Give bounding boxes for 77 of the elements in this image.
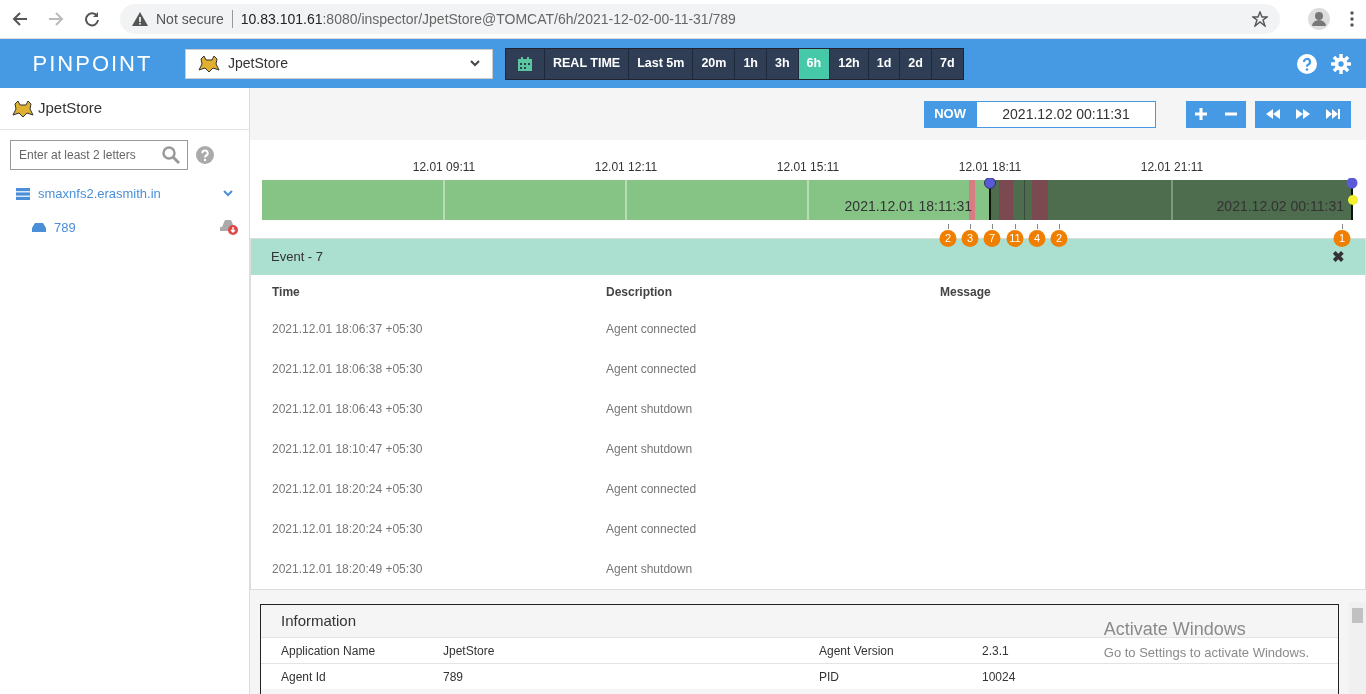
info-cell-text: 789 (443, 668, 464, 686)
cat-icon (12, 99, 34, 118)
time-field[interactable]: 2021.12.02 00:11:31 (976, 100, 1156, 128)
range-tab[interactable]: 1d (867, 48, 900, 79)
table-cell-text: Agent connected (606, 521, 698, 538)
reload-icon[interactable] (84, 11, 100, 27)
table-cell-text: Agent connected (606, 481, 698, 498)
server-icon (16, 187, 30, 200)
range-tab[interactable]: Last 5m (628, 48, 693, 79)
plus-icon (1195, 108, 1207, 120)
info-cell-text: Agent Version (819, 642, 894, 660)
table-cell-text: 2021.12.01 18:06:43 +05:30 (272, 401, 424, 418)
table-cell-text: Agent shutdown (606, 441, 694, 458)
range-end-label: 2021.12.02 00:11:31 (1216, 197, 1344, 216)
range-tab[interactable]: 20m (692, 48, 735, 79)
menu-icon[interactable] (1350, 11, 1354, 27)
range-tab[interactable]: 7d (930, 48, 963, 79)
warning-icon (132, 12, 148, 26)
range-tab[interactable]: 3h (766, 48, 798, 79)
info-cell-text: 2.3.1 (982, 642, 1009, 660)
range-tab[interactable]: 2d (899, 48, 931, 79)
table-cell-text: 2021.12.01 18:20:24 +05:30 (272, 521, 424, 538)
help-icon[interactable] (196, 146, 214, 164)
table-cell-text: Agent shutdown (606, 401, 694, 418)
info-cell-text: 10024 (982, 668, 1016, 686)
info-cell-text: PID (819, 668, 839, 686)
settings-icon[interactable] (1331, 53, 1351, 74)
column-header: Time (272, 284, 301, 301)
tick-label: 12.01 09:11 (412, 159, 476, 176)
close-button[interactable]: ✖ (1332, 245, 1345, 269)
star-icon[interactable] (1252, 11, 1268, 27)
tick-label: 12.01 12:11 (594, 159, 658, 176)
table-cell-text: 2021.12.01 18:06:37 +05:30 (272, 321, 424, 338)
event-title: Event - 7 (271, 248, 325, 267)
table-cell-text: Agent connected (606, 361, 698, 378)
calendar-icon (517, 55, 533, 72)
search-field[interactable]: Enter at least 2 letters (10, 140, 188, 170)
table-cell-text: 2021.12.01 18:06:38 +05:30 (272, 361, 424, 378)
table-cell-text: 2021.12.01 18:10:47 +05:30 (272, 441, 424, 458)
agent-item[interactable]: 789 (32, 217, 239, 237)
info-cell-text: Agent Id (281, 668, 326, 686)
tick-label: 12.01 18:11 (958, 159, 1022, 176)
chevron-down-icon (470, 60, 480, 67)
panel-title: Information (281, 610, 357, 631)
application-name: JpetStore (38, 98, 103, 119)
info-cell-text: JpetStore (443, 642, 495, 660)
security-label: Not secure (156, 9, 224, 29)
range-tab[interactable]: REAL TIME (544, 48, 629, 79)
back-icon[interactable] (12, 11, 28, 27)
column-header: Description (606, 284, 673, 301)
column-header: Message (940, 284, 992, 301)
activation-title: Activate Windows (1103, 618, 1247, 641)
skip-end-icon (1326, 109, 1340, 119)
tick-label: 12.01 15:11 (776, 159, 840, 176)
rewind-icon (1266, 109, 1280, 119)
drive-icon (32, 222, 46, 232)
search-icon (162, 146, 180, 164)
range-tab[interactable]: 12h (829, 48, 868, 79)
host-item[interactable]: smaxnfs2.erasmith.in (16, 184, 233, 204)
url-text: 10.83.101.61:8080/inspector/JpetStore@TOMCAT/6h/2021-12-02-00-11-31/789 (240, 9, 736, 29)
range-tab[interactable]: 1h (734, 48, 766, 79)
table-cell-text: 2021.12.01 18:20:49 +05:30 (272, 561, 424, 578)
help-icon[interactable] (1297, 53, 1317, 74)
forward-icon[interactable] (48, 11, 64, 27)
address-bar[interactable]: Not secure 10.83.101.61:8080/inspector/JpetStore@TOMCAT/6h/2021-12-02-00-11-31/789 (120, 4, 1280, 34)
table-cell-text: Agent shutdown (606, 561, 694, 578)
agent-alert-icon (219, 219, 239, 236)
cat-icon (198, 54, 220, 73)
fast-forward-icon (1296, 109, 1310, 119)
info-cell-text: Application Name (281, 642, 376, 660)
activation-text: Go to Settings to activate Windows. (1103, 644, 1309, 662)
profile-icon[interactable] (1308, 8, 1330, 30)
scrollbar[interactable] (1349, 602, 1366, 694)
application-select[interactable]: JpetStore (185, 48, 493, 79)
table-cell-text: 2021.12.01 18:20:24 +05:30 (272, 481, 424, 498)
tick-label: 12.01 21:11 (1140, 159, 1204, 176)
table-cell-text: Agent connected (606, 321, 698, 338)
